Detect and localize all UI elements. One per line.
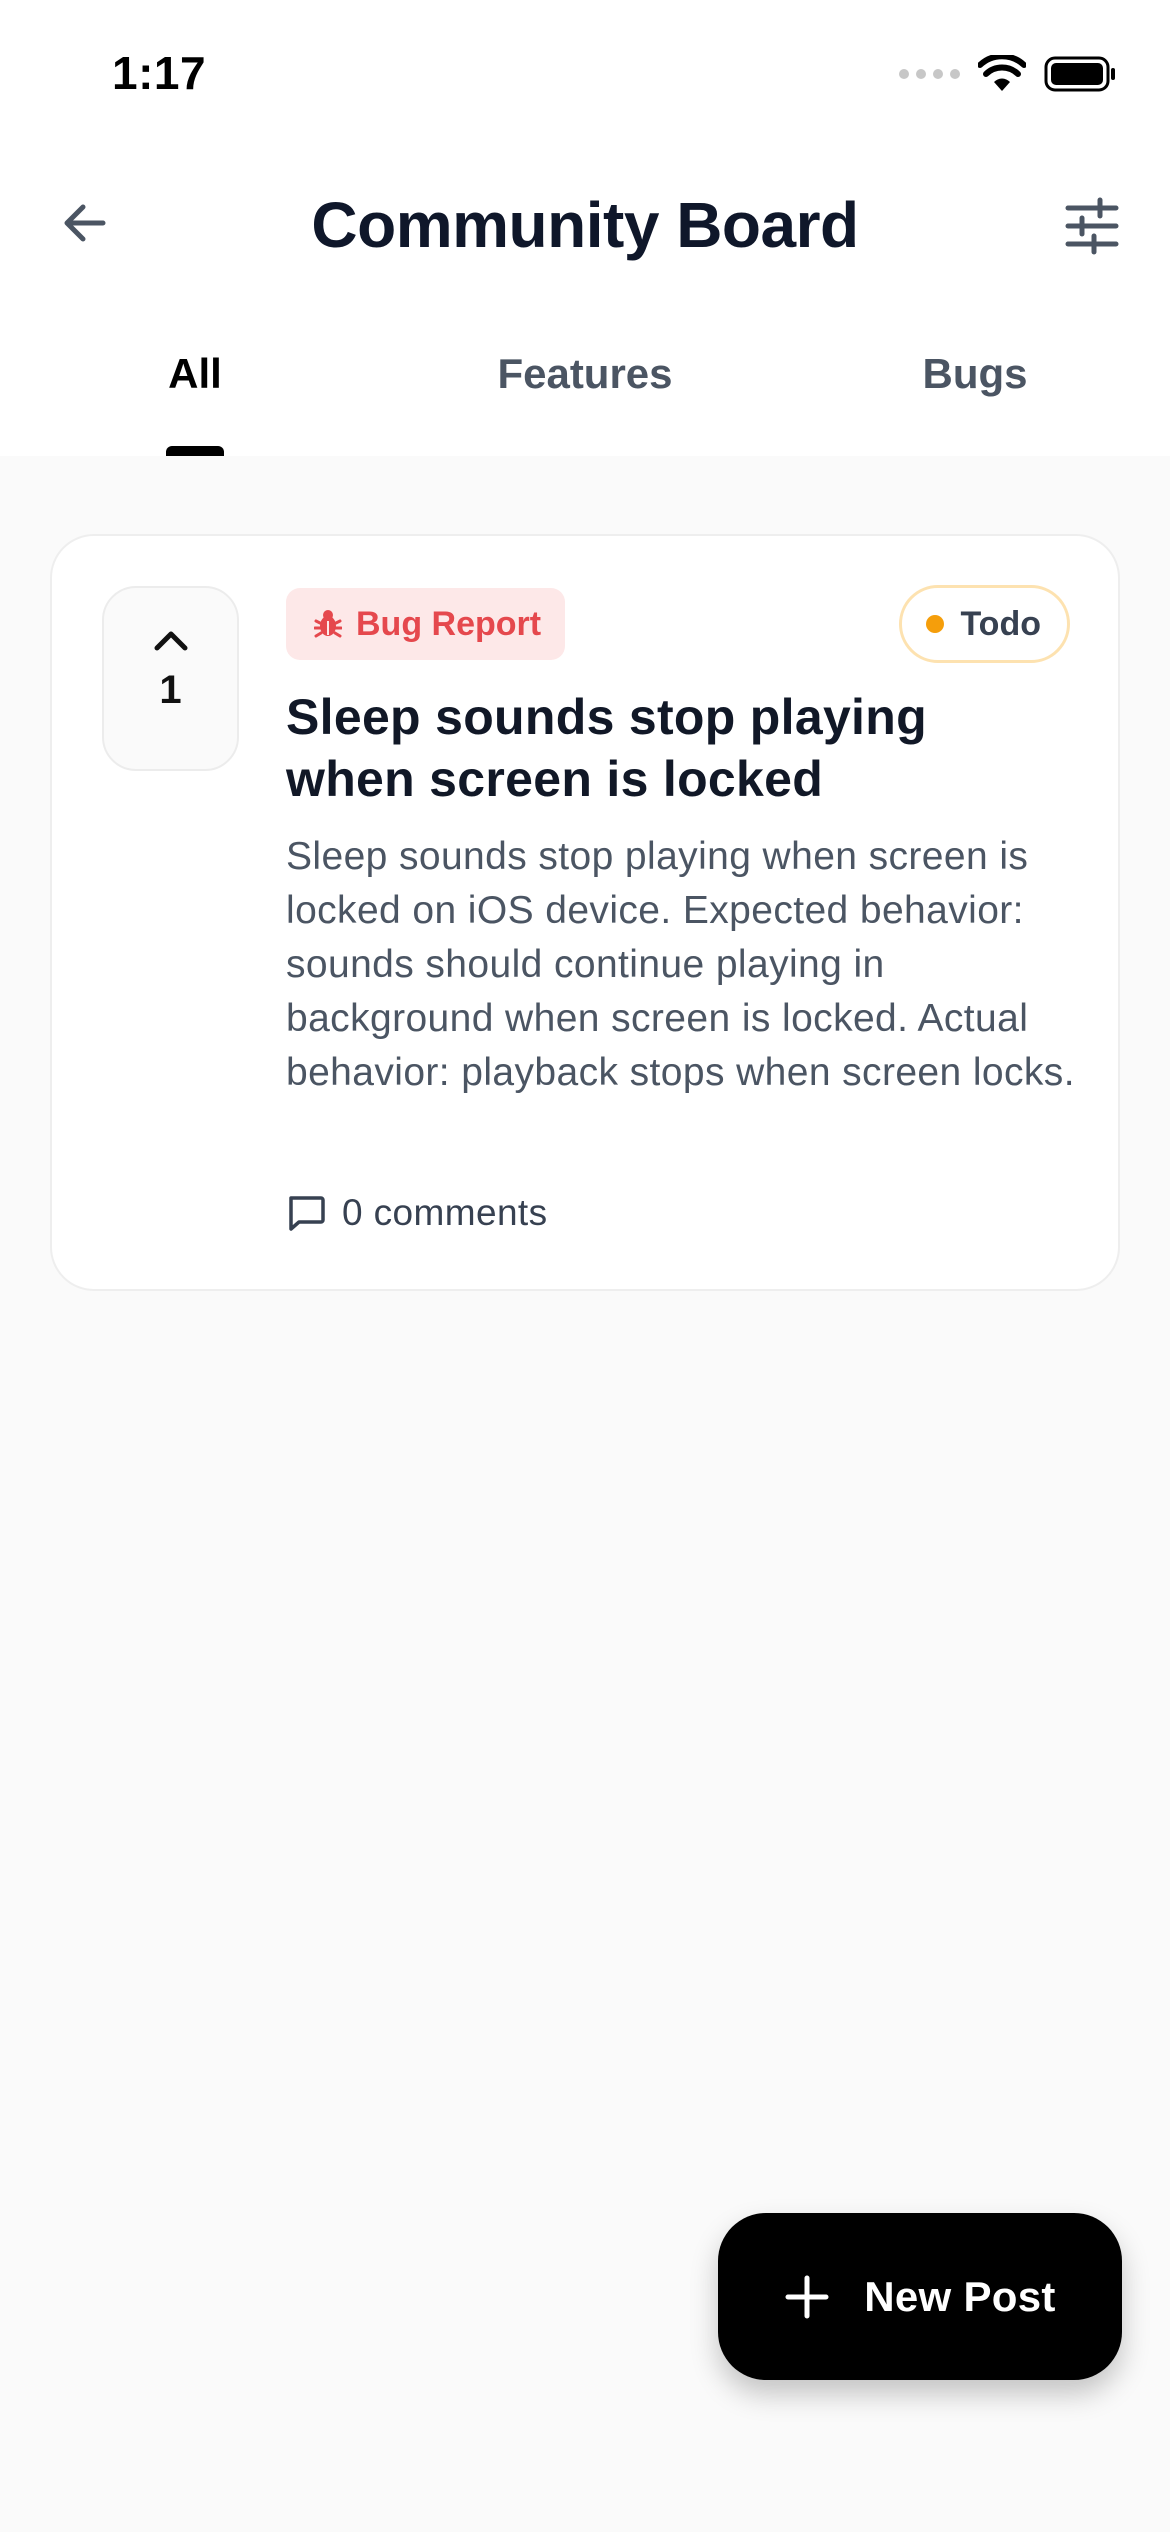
wifi-icon — [978, 55, 1026, 91]
plus-icon — [785, 2275, 829, 2318]
chevron-up-icon — [154, 631, 187, 651]
filter-button[interactable] — [1054, 188, 1130, 264]
sliders-icon — [1065, 197, 1119, 255]
page-title: Community Board — [311, 189, 859, 261]
active-tab-indicator — [166, 446, 224, 456]
category-label: Bug Report — [356, 604, 542, 643]
cellular-signal-icon — [899, 69, 960, 79]
status-time: 1:17 — [112, 47, 207, 99]
tab-bar: All Features Bugs — [0, 300, 1170, 456]
new-post-button[interactable]: New Post — [718, 2213, 1122, 2380]
comments-count: 0 comments — [342, 1192, 548, 1233]
post-body: Sleep sounds stop playing when screen is… — [286, 835, 1075, 1094]
comments-link[interactable]: 0 comments — [286, 1192, 548, 1234]
tab-features[interactable]: Features — [435, 350, 735, 398]
new-post-label: New Post — [864, 2272, 1056, 2320]
header: Community Board — [0, 150, 1170, 300]
category-badge: Bug Report — [286, 588, 566, 660]
status-label: Todo — [960, 604, 1041, 643]
upvote-button[interactable]: 1 — [102, 586, 239, 771]
bug-icon — [314, 610, 342, 638]
status-badge: Todo — [899, 585, 1070, 663]
battery-icon — [1044, 56, 1115, 92]
status-icons — [899, 50, 1118, 98]
status-dot — [926, 615, 945, 633]
post-card[interactable]: 1 Bug Report Todo Sleep sounds stop play… — [50, 534, 1120, 1291]
screen: 1:17 Community Board All Features Bugs 1… — [0, 0, 1170, 2532]
vote-count: 1 — [159, 668, 182, 712]
status-bar: 1:17 — [0, 0, 1170, 150]
comment-icon — [289, 1196, 325, 1231]
post-title[interactable]: Sleep sounds stop playing when screen is… — [286, 686, 1066, 810]
tab-all[interactable]: All — [140, 350, 250, 398]
tab-bugs[interactable]: Bugs — [865, 350, 1085, 398]
